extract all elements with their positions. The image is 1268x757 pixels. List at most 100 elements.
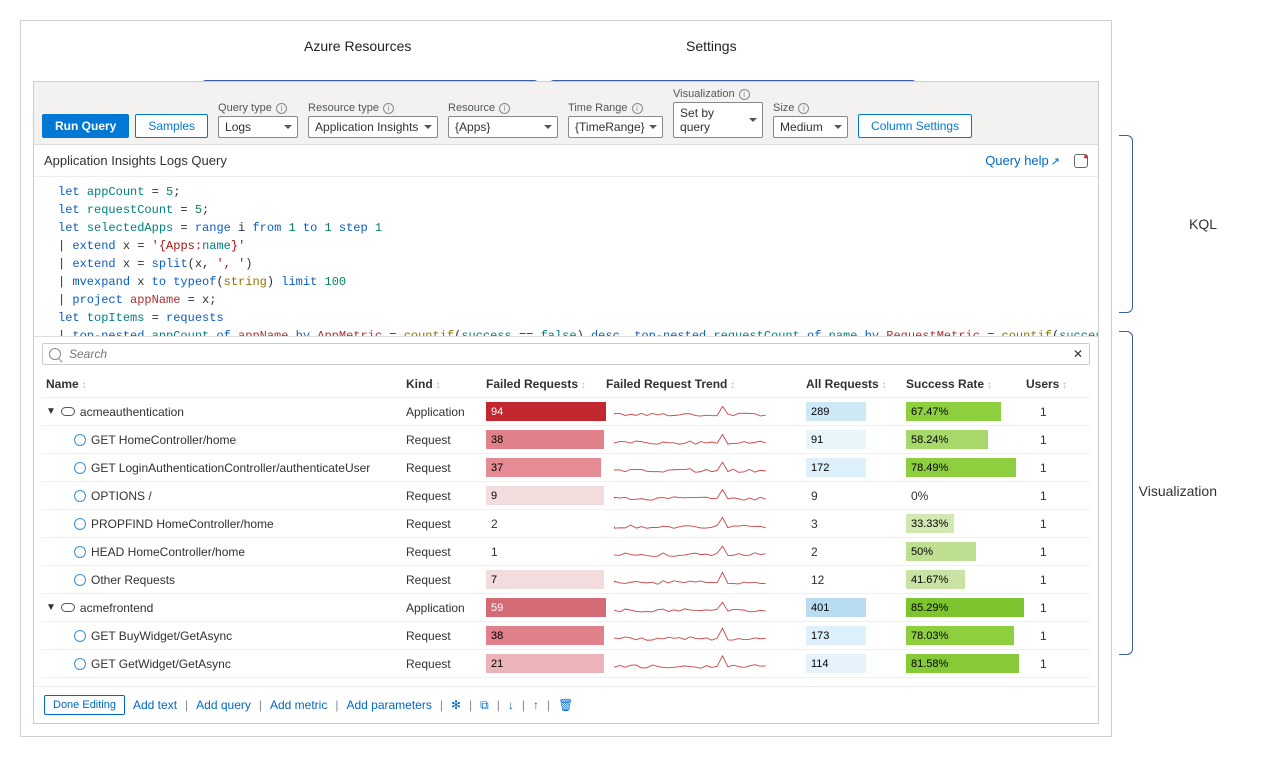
cloud-icon — [61, 603, 75, 612]
row-rate: 58.24% — [906, 430, 1026, 449]
row-name: acmefrontend — [80, 601, 153, 615]
row-trend — [606, 485, 806, 506]
add-metric-link[interactable]: Add metric — [270, 698, 327, 712]
table-row[interactable]: ▼acmefrontend Application 59 401 85.29% … — [42, 594, 1090, 622]
col-kind[interactable]: Kind — [406, 377, 486, 391]
row-failed: 21 — [486, 654, 606, 673]
col-trend[interactable]: Failed Request Trend — [606, 377, 806, 391]
row-failed: 37 — [486, 458, 606, 477]
time-range-select[interactable]: {TimeRange} — [568, 116, 663, 138]
row-name: HEAD HomeController/home — [91, 545, 245, 559]
row-all: 91 — [806, 430, 906, 449]
resource-select[interactable]: {Apps} — [448, 116, 558, 138]
add-parameters-link[interactable]: Add parameters — [346, 698, 431, 712]
row-trend — [606, 541, 806, 562]
row-name: Other Requests — [91, 573, 175, 587]
search-icon — [49, 348, 61, 360]
row-users: 1 — [1026, 657, 1086, 671]
table-row[interactable]: ▼acmeauthentication Application 94 289 6… — [42, 398, 1090, 426]
row-name: GET BuyWidget/GetAsync — [91, 629, 232, 643]
row-users: 1 — [1026, 629, 1086, 643]
visualization-select[interactable]: Set by query — [673, 102, 763, 138]
info-icon: i — [739, 89, 750, 100]
delete-icon[interactable]: 🗑 — [558, 698, 573, 712]
info-icon: i — [632, 103, 643, 114]
move-down-icon[interactable]: ↓ — [508, 698, 514, 712]
table-row[interactable]: Other Requests Request 7 12 41.67% 1 — [42, 566, 1090, 594]
row-kind: Request — [406, 489, 486, 503]
row-trend — [606, 569, 806, 590]
pin-icon[interactable] — [1074, 154, 1088, 168]
chevron-down-icon[interactable]: ▼ — [46, 406, 56, 417]
row-kind: Request — [406, 573, 486, 587]
row-failed: 7 — [486, 570, 606, 589]
table-row[interactable]: PROPFIND HomeController/home Request 2 3… — [42, 510, 1090, 538]
gear-icon[interactable]: ✻ — [451, 698, 461, 712]
row-rate: 85.29% — [906, 598, 1026, 617]
row-rate: 78.49% — [906, 458, 1026, 477]
table-search-row: ✕ — [42, 343, 1090, 365]
kql-editor[interactable]: let appCount = 5; let requestCount = 5; … — [34, 177, 1098, 337]
table-row[interactable]: GET GetWidget/GetAsync Request 21 114 81… — [42, 650, 1090, 678]
column-settings-button[interactable]: Column Settings — [858, 114, 972, 138]
row-rate: 50% — [906, 542, 1026, 561]
col-all[interactable]: All Requests — [806, 377, 906, 391]
row-name: GET HomeController/home — [91, 433, 236, 447]
move-up-icon[interactable]: ↑ — [533, 698, 539, 712]
done-editing-button[interactable]: Done Editing — [44, 695, 125, 715]
row-failed: 59 — [486, 598, 606, 617]
row-all: 12 — [806, 570, 906, 589]
samples-button[interactable]: Samples — [135, 114, 208, 138]
table-row[interactable]: OPTIONS / Request 9 9 0% 1 — [42, 482, 1090, 510]
row-users: 1 — [1026, 573, 1086, 587]
table-search-input[interactable] — [67, 346, 1073, 362]
query-help-link[interactable]: Query help — [985, 153, 1060, 168]
time-range-label: Time Rangei — [568, 102, 663, 114]
chevron-down-icon[interactable]: ▼ — [46, 602, 56, 613]
row-users: 1 — [1026, 461, 1086, 475]
row-rate: 78.03% — [906, 626, 1026, 645]
anno-visualization: Visualization — [1139, 483, 1217, 499]
row-name: acmeauthentication — [80, 405, 184, 419]
row-name: PROPFIND HomeController/home — [91, 517, 274, 531]
run-query-button[interactable]: Run Query — [42, 114, 129, 138]
row-rate: 0% — [906, 486, 1026, 505]
row-kind: Request — [406, 433, 486, 447]
visualization-label: Visualizationi — [673, 88, 763, 100]
row-kind: Request — [406, 657, 486, 671]
size-select[interactable]: Medium — [773, 116, 848, 138]
row-kind: Request — [406, 545, 486, 559]
row-trend — [606, 625, 806, 646]
clear-search-icon[interactable]: ✕ — [1073, 347, 1083, 361]
globe-icon — [74, 658, 86, 670]
query-type-select[interactable]: Logs — [218, 116, 298, 138]
info-icon: i — [798, 103, 809, 114]
row-all: 289 — [806, 402, 906, 421]
col-name[interactable]: Name — [46, 377, 406, 391]
globe-icon — [74, 462, 86, 474]
globe-icon — [74, 574, 86, 586]
col-users[interactable]: Users — [1026, 377, 1086, 391]
globe-icon — [74, 434, 86, 446]
row-kind: Application — [406, 405, 486, 419]
col-failed[interactable]: Failed Requests — [486, 377, 606, 391]
resource-type-select[interactable]: Application Insights — [308, 116, 438, 138]
add-text-link[interactable]: Add text — [133, 698, 177, 712]
add-query-link[interactable]: Add query — [196, 698, 251, 712]
info-icon: i — [499, 103, 510, 114]
row-failed: 94 — [486, 402, 606, 421]
table-row[interactable]: HEAD HomeController/home Request 1 2 50%… — [42, 538, 1090, 566]
table-row[interactable]: GET HomeController/home Request 38 91 58… — [42, 426, 1090, 454]
row-all: 172 — [806, 458, 906, 477]
row-all: 9 — [806, 486, 906, 505]
globe-icon — [74, 546, 86, 558]
row-failed: 2 — [486, 514, 606, 533]
query-title: Application Insights Logs Query — [44, 153, 227, 168]
table-row[interactable]: GET LoginAuthenticationController/authen… — [42, 454, 1090, 482]
row-users: 1 — [1026, 545, 1086, 559]
col-rate[interactable]: Success Rate — [906, 377, 1026, 391]
table-row[interactable]: GET BuyWidget/GetAsync Request 38 173 78… — [42, 622, 1090, 650]
copy-icon[interactable]: ⧉ — [480, 698, 489, 713]
row-failed: 38 — [486, 626, 606, 645]
size-label: Sizei — [773, 102, 848, 114]
